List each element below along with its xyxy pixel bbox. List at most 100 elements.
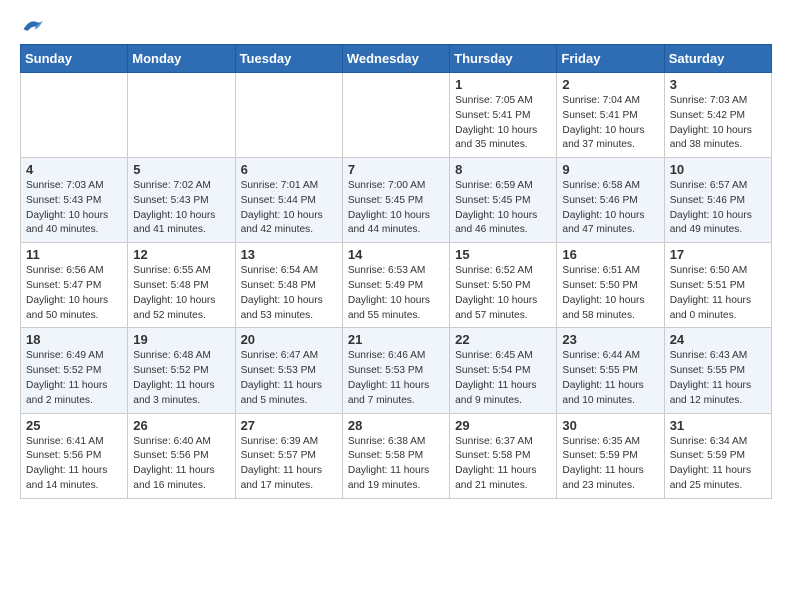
day-number: 12 (133, 247, 229, 262)
calendar-cell: 16 Sunrise: 6:51 AM Sunset: 5:50 PM Dayli… (557, 243, 664, 328)
day-number: 25 (26, 418, 122, 433)
calendar-cell: 14 Sunrise: 6:53 AM Sunset: 5:49 PM Dayli… (342, 243, 449, 328)
day-info: Sunrise: 6:50 AM Sunset: 5:51 PM Dayligh… (670, 264, 766, 323)
day-info: Sunrise: 7:04 AM Sunset: 5:41 PM Dayligh… (562, 94, 658, 153)
day-number: 17 (670, 247, 766, 262)
calendar-cell: 18 Sunrise: 6:49 AM Sunset: 5:52 PM Dayli… (21, 328, 128, 413)
calendar-cell: 19Sunrise: 6:48 AM Sunset: 5:52 PM Dayli… (128, 328, 235, 413)
day-number: 1 (455, 77, 551, 92)
day-number: 14 (348, 247, 444, 262)
calendar-cell: 2 Sunrise: 7:04 AM Sunset: 5:41 PM Daylig… (557, 73, 664, 158)
calendar-cell: 23 Sunrise: 6:44 AM Sunset: 5:55 PM Dayli… (557, 328, 664, 413)
calendar-cell: 12 Sunrise: 6:55 AM Sunset: 5:48 PM Dayli… (128, 243, 235, 328)
calendar-cell (21, 73, 128, 158)
calendar-cell: 31 Sunrise: 6:34 AM Sunset: 5:59 PM Dayli… (664, 413, 771, 498)
day-info: Sunrise: 6:55 AM Sunset: 5:48 PM Dayligh… (133, 264, 229, 323)
calendar-cell: 4 Sunrise: 7:03 AM Sunset: 5:43 PM Daylig… (21, 158, 128, 243)
calendar-cell: 17 Sunrise: 6:50 AM Sunset: 5:51 PM Dayli… (664, 243, 771, 328)
day-number: 18 (26, 332, 122, 347)
day-number: 5 (133, 162, 229, 177)
day-info: Sunrise: 6:38 AM Sunset: 5:58 PM Dayligh… (348, 435, 444, 494)
day-info: Sunrise: 6:37 AM Sunset: 5:58 PM Dayligh… (455, 435, 551, 494)
day-info: Sunrise: 6:46 AM Sunset: 5:53 PM Dayligh… (348, 349, 444, 408)
calendar-cell: 15Sunrise: 6:52 AM Sunset: 5:50 PM Dayli… (450, 243, 557, 328)
calendar-cell: 11 Sunrise: 6:56 AM Sunset: 5:47 PM Dayli… (21, 243, 128, 328)
day-info: Sunrise: 6:34 AM Sunset: 5:59 PM Dayligh… (670, 435, 766, 494)
day-number: 15 (455, 247, 551, 262)
calendar-cell (235, 73, 342, 158)
day-number: 4 (26, 162, 122, 177)
calendar-week-row: 25 Sunrise: 6:41 AM Sunset: 5:56 PM Dayli… (21, 413, 772, 498)
calendar-cell: 3 Sunrise: 7:03 AM Sunset: 5:42 PM Daylig… (664, 73, 771, 158)
day-info: Sunrise: 7:03 AM Sunset: 5:43 PM Dayligh… (26, 179, 122, 238)
calendar-cell (128, 73, 235, 158)
calendar-week-row: 4 Sunrise: 7:03 AM Sunset: 5:43 PM Daylig… (21, 158, 772, 243)
day-number: 20 (241, 332, 337, 347)
day-number: 8 (455, 162, 551, 177)
calendar-cell: 1Sunrise: 7:05 AM Sunset: 5:41 PM Daylig… (450, 73, 557, 158)
day-info: Sunrise: 7:02 AM Sunset: 5:43 PM Dayligh… (133, 179, 229, 238)
day-number: 9 (562, 162, 658, 177)
calendar-cell: 8 Sunrise: 6:59 AM Sunset: 5:45 PM Daylig… (450, 158, 557, 243)
calendar-cell: 5 Sunrise: 7:02 AM Sunset: 5:43 PM Daylig… (128, 158, 235, 243)
calendar-cell: 30 Sunrise: 6:35 AM Sunset: 5:59 PM Dayli… (557, 413, 664, 498)
day-number: 11 (26, 247, 122, 262)
calendar-cell: 9Sunrise: 6:58 AM Sunset: 5:46 PM Daylig… (557, 158, 664, 243)
calendar-cell: 27 Sunrise: 6:39 AM Sunset: 5:57 PM Dayli… (235, 413, 342, 498)
day-info: Sunrise: 6:41 AM Sunset: 5:56 PM Dayligh… (26, 435, 122, 494)
calendar-cell: 20 Sunrise: 6:47 AM Sunset: 5:53 PM Dayli… (235, 328, 342, 413)
calendar-week-row: 18 Sunrise: 6:49 AM Sunset: 5:52 PM Dayli… (21, 328, 772, 413)
calendar-cell: 22 Sunrise: 6:45 AM Sunset: 5:54 PM Dayli… (450, 328, 557, 413)
day-info: Sunrise: 6:40 AM Sunset: 5:56 PM Dayligh… (133, 435, 229, 494)
day-info: Sunrise: 6:57 AM Sunset: 5:46 PM Dayligh… (670, 179, 766, 238)
day-info: Sunrise: 6:54 AM Sunset: 5:48 PM Dayligh… (241, 264, 337, 323)
weekday-header-thursday: Thursday (450, 45, 557, 73)
day-number: 26 (133, 418, 229, 433)
day-number: 16 (562, 247, 658, 262)
day-info: Sunrise: 6:48 AM Sunset: 5:52 PM Dayligh… (133, 349, 229, 408)
weekday-header-row: SundayMondayTuesdayWednesdayThursdayFrid… (21, 45, 772, 73)
calendar-cell: 25 Sunrise: 6:41 AM Sunset: 5:56 PM Dayli… (21, 413, 128, 498)
weekday-header-monday: Monday (128, 45, 235, 73)
day-number: 2 (562, 77, 658, 92)
day-number: 27 (241, 418, 337, 433)
day-info: Sunrise: 6:39 AM Sunset: 5:57 PM Dayligh… (241, 435, 337, 494)
day-info: Sunrise: 6:49 AM Sunset: 5:52 PM Dayligh… (26, 349, 122, 408)
day-info: Sunrise: 6:35 AM Sunset: 5:59 PM Dayligh… (562, 435, 658, 494)
calendar-week-row: 1Sunrise: 7:05 AM Sunset: 5:41 PM Daylig… (21, 73, 772, 158)
calendar-cell: 6 Sunrise: 7:01 AM Sunset: 5:44 PM Daylig… (235, 158, 342, 243)
day-info: Sunrise: 6:47 AM Sunset: 5:53 PM Dayligh… (241, 349, 337, 408)
weekday-header-wednesday: Wednesday (342, 45, 449, 73)
calendar-cell: 29Sunrise: 6:37 AM Sunset: 5:58 PM Dayli… (450, 413, 557, 498)
calendar-cell (342, 73, 449, 158)
day-info: Sunrise: 6:43 AM Sunset: 5:55 PM Dayligh… (670, 349, 766, 408)
day-info: Sunrise: 7:00 AM Sunset: 5:45 PM Dayligh… (348, 179, 444, 238)
day-info: Sunrise: 6:44 AM Sunset: 5:55 PM Dayligh… (562, 349, 658, 408)
day-number: 28 (348, 418, 444, 433)
day-number: 7 (348, 162, 444, 177)
day-number: 31 (670, 418, 766, 433)
weekday-header-tuesday: Tuesday (235, 45, 342, 73)
day-number: 22 (455, 332, 551, 347)
day-number: 24 (670, 332, 766, 347)
day-number: 3 (670, 77, 766, 92)
weekday-header-friday: Friday (557, 45, 664, 73)
day-info: Sunrise: 6:59 AM Sunset: 5:45 PM Dayligh… (455, 179, 551, 238)
day-number: 13 (241, 247, 337, 262)
day-number: 10 (670, 162, 766, 177)
day-info: Sunrise: 6:53 AM Sunset: 5:49 PM Dayligh… (348, 264, 444, 323)
day-info: Sunrise: 7:01 AM Sunset: 5:44 PM Dayligh… (241, 179, 337, 238)
day-number: 6 (241, 162, 337, 177)
day-info: Sunrise: 6:45 AM Sunset: 5:54 PM Dayligh… (455, 349, 551, 408)
day-info: Sunrise: 6:56 AM Sunset: 5:47 PM Dayligh… (26, 264, 122, 323)
calendar-cell: 10 Sunrise: 6:57 AM Sunset: 5:46 PM Dayli… (664, 158, 771, 243)
calendar-cell: 24 Sunrise: 6:43 AM Sunset: 5:55 PM Dayli… (664, 328, 771, 413)
calendar-table: SundayMondayTuesdayWednesdayThursdayFrid… (20, 44, 772, 499)
day-number: 30 (562, 418, 658, 433)
calendar-cell: 28 Sunrise: 6:38 AM Sunset: 5:58 PM Dayli… (342, 413, 449, 498)
day-info: Sunrise: 6:51 AM Sunset: 5:50 PM Dayligh… (562, 264, 658, 323)
day-info: Sunrise: 7:03 AM Sunset: 5:42 PM Dayligh… (670, 94, 766, 153)
day-number: 23 (562, 332, 658, 347)
page-header (20, 16, 772, 34)
calendar-cell: 26 Sunrise: 6:40 AM Sunset: 5:56 PM Dayli… (128, 413, 235, 498)
